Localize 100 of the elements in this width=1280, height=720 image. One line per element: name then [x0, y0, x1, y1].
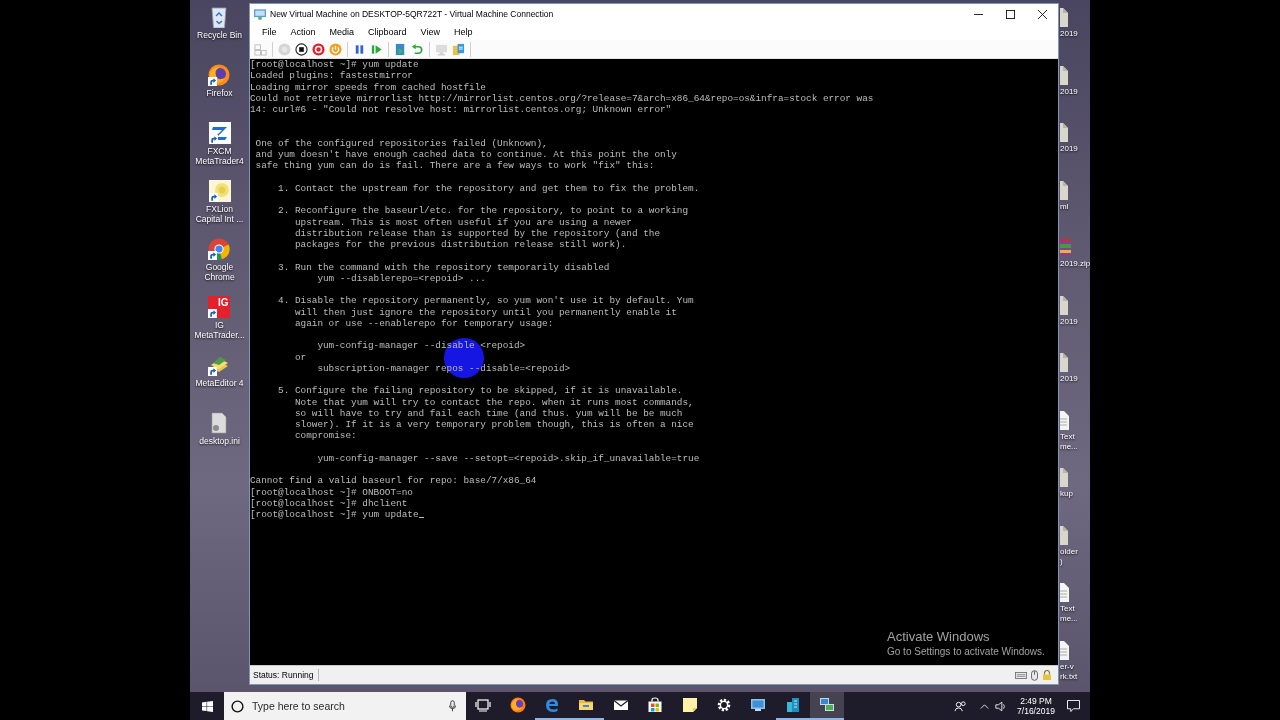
icon-label: ): [1060, 556, 1063, 567]
file-icon[interactable]: [1060, 179, 1068, 200]
search-icon: [231, 699, 244, 713]
play-icon: [370, 42, 383, 56]
console-line: slower). If it is a very temporary problem though, this is often a nice: [294, 419, 694, 431]
app-logo-icon[interactable]: IG: [208, 296, 231, 318]
command-line: yum-config-manager --save --setopt=<repoid>.skip_if_unavailable=true: [317, 452, 700, 464]
icon-label: Text: [1060, 604, 1075, 614]
icon-label: Firefox: [206, 88, 233, 98]
file-icon[interactable]: [1060, 294, 1068, 315]
icon-label: 2019: [1060, 29, 1078, 39]
undo-icon: [411, 42, 424, 56]
console-line: will then just ignore the repository until you permanently enable it: [294, 306, 677, 318]
icon-label: desktop.ini: [199, 436, 240, 446]
settings-icon: [715, 697, 732, 713]
icon-label: 2019: [1060, 86, 1078, 97]
command-line: yum --disablerepo=<repoid> ...: [317, 272, 486, 284]
menu-item[interactable]: Help: [449, 24, 477, 40]
monitor-icon: [435, 42, 448, 56]
folder-icon: [578, 697, 595, 713]
menu-item[interactable]: Action: [286, 24, 320, 40]
console-line: 14: curl#6 - "Could not resolve host: mirrorlist.centos.org; Unknown error": [250, 104, 672, 116]
menu-item[interactable]: Media: [325, 24, 359, 40]
console-line: so will have to try and fail each time (and thus. yum will be be much: [294, 407, 683, 419]
icon-label: IG: [215, 320, 224, 330]
search-field[interactable]: Type here to search: [252, 697, 449, 715]
console-line: Disable the repository permanently, so yum won't use it by default. Yum: [294, 295, 694, 307]
console-line: Run the command with the repository temporarily disabled: [294, 261, 610, 273]
search-box[interactable]: Type here to search: [224, 692, 466, 720]
speaker-icon[interactable]: [995, 700, 1007, 712]
console-line: and yum doesn't have enough cached data to continue. At this point the only: [255, 149, 677, 161]
icon-label: Recycle Bin: [197, 30, 242, 40]
menu-item[interactable]: File: [258, 24, 281, 40]
status-text: Status: Running: [250, 668, 320, 682]
console-line: [root@localhost ~]# yum update: [250, 59, 419, 71]
list-number: 2.: [278, 205, 290, 217]
icon-label: 2019: [1060, 316, 1078, 327]
console-line: Reconfigure the baseurl/etc. for the repository, to point to a working: [294, 205, 689, 217]
icon-label: 2019: [1060, 144, 1078, 154]
text-file-icon[interactable]: [1060, 582, 1069, 602]
notifications-icon[interactable]: [1067, 700, 1080, 712]
mouse-icon: [1031, 669, 1038, 681]
icon-label: Text: [1060, 431, 1075, 442]
close-icon: [1037, 9, 1047, 19]
icon-label: ml: [1060, 201, 1069, 212]
icon-label: 2019: [1060, 374, 1078, 384]
taskbar-app-button[interactable]: [809, 692, 845, 720]
console-line: [root@localhost ~]# yum update: [250, 509, 419, 521]
text-file-icon[interactable]: [1060, 409, 1069, 430]
windows-logo-icon: [201, 700, 213, 712]
icon-label: me...: [1060, 441, 1078, 452]
archive-icon[interactable]: [1060, 237, 1072, 257]
keyboard-icon: [1015, 671, 1027, 679]
toolbar-button[interactable]: [293, 41, 310, 57]
console-line: packages for the previous distribution release still work).: [294, 239, 627, 251]
clock-date: 7/16/2019: [1017, 706, 1055, 716]
computer-network-icon: [819, 697, 836, 713]
chevron-up-icon[interactable]: [980, 703, 989, 709]
lock-icon: [1042, 670, 1052, 680]
icon-label: 2019.zip: [1060, 259, 1091, 269]
console-line: [root@localhost ~]# dhclient: [250, 497, 408, 509]
menu-item[interactable]: Clipboard: [364, 24, 411, 40]
console-line: safe thing yum can do is fail. There are a few ways to work "fix" this:: [255, 160, 655, 172]
file-icon[interactable]: [1060, 7, 1068, 27]
file-icon[interactable]: [1060, 352, 1068, 372]
file-icon[interactable]: [1060, 524, 1068, 545]
icon-label: MetaEditor 4: [195, 378, 244, 388]
console-line: Configure the failing repository to be skipped, if it is unavailable.: [294, 385, 683, 397]
file-icon[interactable]: [1060, 122, 1068, 142]
menu-item[interactable]: View: [416, 24, 444, 40]
buildings-icon: [784, 697, 801, 713]
people-icon[interactable]: [954, 699, 967, 713]
clock[interactable]: 2:49 PM 7/16/2019: [1013, 696, 1059, 716]
file-icon[interactable]: [1060, 467, 1068, 487]
console-line: again or use --enablerepo for temporary usage:: [294, 317, 554, 329]
icon-label: FXLion: [206, 204, 233, 214]
console-line: upstream. This is most often useful if you are using a newer: [294, 216, 632, 228]
file-icon[interactable]: [1060, 64, 1068, 85]
clock-time: 2:49 PM: [1020, 696, 1052, 706]
icon-label: MetaTrader4: [195, 156, 244, 166]
console-line: Loading mirror speeds from cached hostfile: [250, 81, 486, 93]
icon-label: kup: [1060, 489, 1073, 499]
console-line: Note that yum will try to contact the repo. when it runs most commands,: [294, 396, 694, 408]
text-file-icon[interactable]: [1060, 639, 1069, 660]
console-line: compromise:: [294, 430, 357, 442]
browser-e-icon: [543, 697, 560, 713]
console-line: or: [294, 351, 307, 363]
icon-label: FXCM: [207, 146, 232, 156]
icon-label: er-v: [1060, 661, 1074, 672]
console-line: distribution release than is supported by the repository (and the: [294, 227, 660, 239]
task-view-icon: [475, 697, 492, 713]
list-number: 5.: [278, 385, 290, 397]
console-line: Cannot find a valid baseurl for repo: base/7/x86_64: [250, 475, 537, 487]
icon-label: older: [1060, 546, 1078, 557]
icon-label: MetaTrader...: [194, 330, 245, 340]
list-number: 1.: [278, 182, 290, 194]
activation-subtitle: Go to Settings to activate Windows.: [887, 645, 1045, 659]
list-number: 4.: [278, 295, 290, 307]
list-number: 3.: [278, 261, 290, 273]
shopping-bag-icon: [647, 697, 664, 713]
